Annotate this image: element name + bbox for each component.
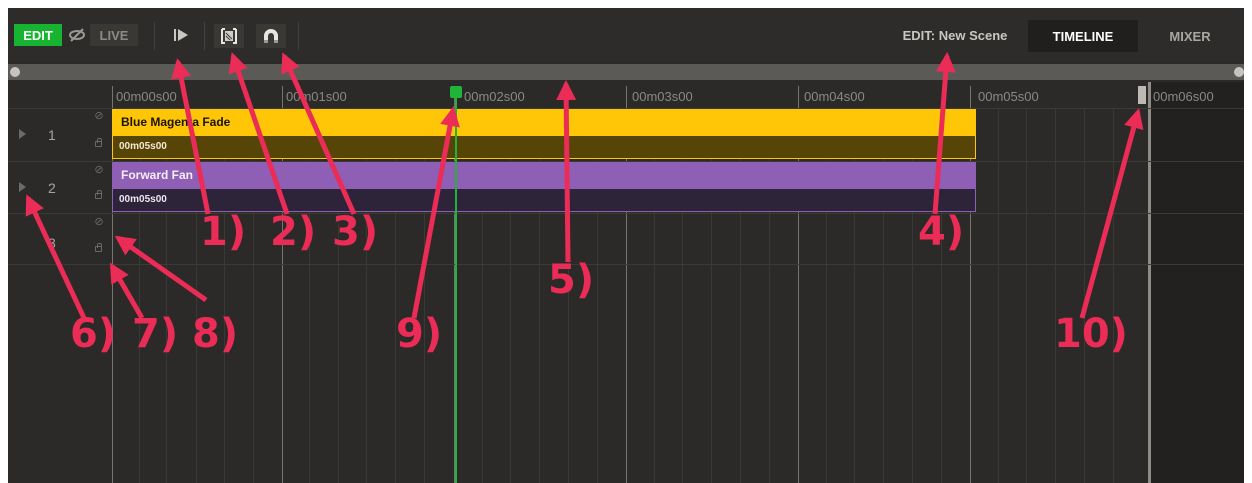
track-lock-icon[interactable] <box>95 190 102 199</box>
edit-mode-button[interactable]: EDIT <box>14 24 62 46</box>
grid-line <box>998 108 999 483</box>
ruler-tick-label: 00m05s00 <box>978 89 1039 104</box>
scroll-start-handle[interactable] <box>10 67 20 77</box>
annotation-label: 1) <box>200 209 247 255</box>
track-visibility-eye-icon[interactable]: ⊘ <box>91 109 107 122</box>
ruler-tick-label: 00m01s00 <box>286 89 347 104</box>
live-mode-button[interactable]: LIVE <box>90 24 138 46</box>
grid-line <box>1084 108 1085 483</box>
annotation-label: 5) <box>548 257 595 303</box>
play-icon[interactable] <box>167 24 195 46</box>
clip-title[interactable]: Forward Fan <box>112 162 976 188</box>
end-marker-handle[interactable] <box>1138 86 1146 104</box>
track-lock-icon[interactable] <box>95 138 102 147</box>
tab-timeline[interactable]: TIMELINE <box>1028 20 1138 52</box>
row-divider <box>8 264 1244 265</box>
track-number: 1 <box>48 127 56 143</box>
annotation-label: 9) <box>396 311 443 357</box>
track-visibility-eye-icon[interactable]: ⊘ <box>91 215 107 228</box>
ruler-tick-label: 00m03s00 <box>632 89 693 104</box>
toolbar-divider <box>298 22 299 50</box>
annotation-label: 10) <box>1054 311 1128 357</box>
ruler-tick-label: 00m04s00 <box>804 89 865 104</box>
annotation-label: 8) <box>192 311 239 357</box>
grid-line <box>1113 108 1114 483</box>
snap-magnet-icon[interactable] <box>256 24 286 48</box>
annotation-label: 3) <box>332 209 379 255</box>
stage-view-icon[interactable] <box>214 24 244 48</box>
tab-mixer[interactable]: MIXER <box>1140 20 1240 52</box>
ruler-tick-label: 00m02s00 <box>464 89 525 104</box>
annotation-label: 6) <box>70 311 117 357</box>
playhead-line[interactable] <box>455 92 457 483</box>
annotation-label: 7) <box>132 311 179 357</box>
grid-line <box>1055 108 1056 483</box>
expand-arrow-icon[interactable] <box>19 129 26 139</box>
timeline-editor: EDIT LIVE EDIT: New Scene TIMELINE MIXER <box>8 8 1244 483</box>
clip-title[interactable]: Blue Magenta Fade <box>112 109 976 135</box>
hidden-eye-icon[interactable] <box>64 24 90 46</box>
expand-arrow-icon[interactable] <box>19 182 26 192</box>
toolbar-divider <box>154 22 155 50</box>
track-lock-icon[interactable] <box>95 243 102 252</box>
app-window: EDIT LIVE EDIT: New Scene TIMELINE MIXER <box>0 0 1252 483</box>
scroll-end-handle[interactable] <box>1234 67 1244 77</box>
annotation-label: 2) <box>270 209 317 255</box>
scene-title: EDIT: New Scene <box>902 27 1008 43</box>
ruler-tick-label: 00m00s00 <box>116 89 177 104</box>
timeline-end-region <box>1148 82 1244 483</box>
track-number: 2 <box>48 180 56 196</box>
track-number: 3 <box>48 235 56 251</box>
track-visibility-eye-icon[interactable]: ⊘ <box>91 163 107 176</box>
grid-line <box>1026 108 1027 483</box>
clip-duration[interactable]: 00m05s00 <box>112 135 976 159</box>
ruler-tick-label: 00m06s00 <box>1153 89 1214 104</box>
end-line <box>1148 82 1151 483</box>
toolbar-divider <box>204 22 205 50</box>
timeline-scrollbar[interactable] <box>8 64 1244 80</box>
annotation-label: 4) <box>918 209 965 255</box>
row-divider <box>8 213 1244 214</box>
playhead-handle[interactable] <box>450 86 462 98</box>
